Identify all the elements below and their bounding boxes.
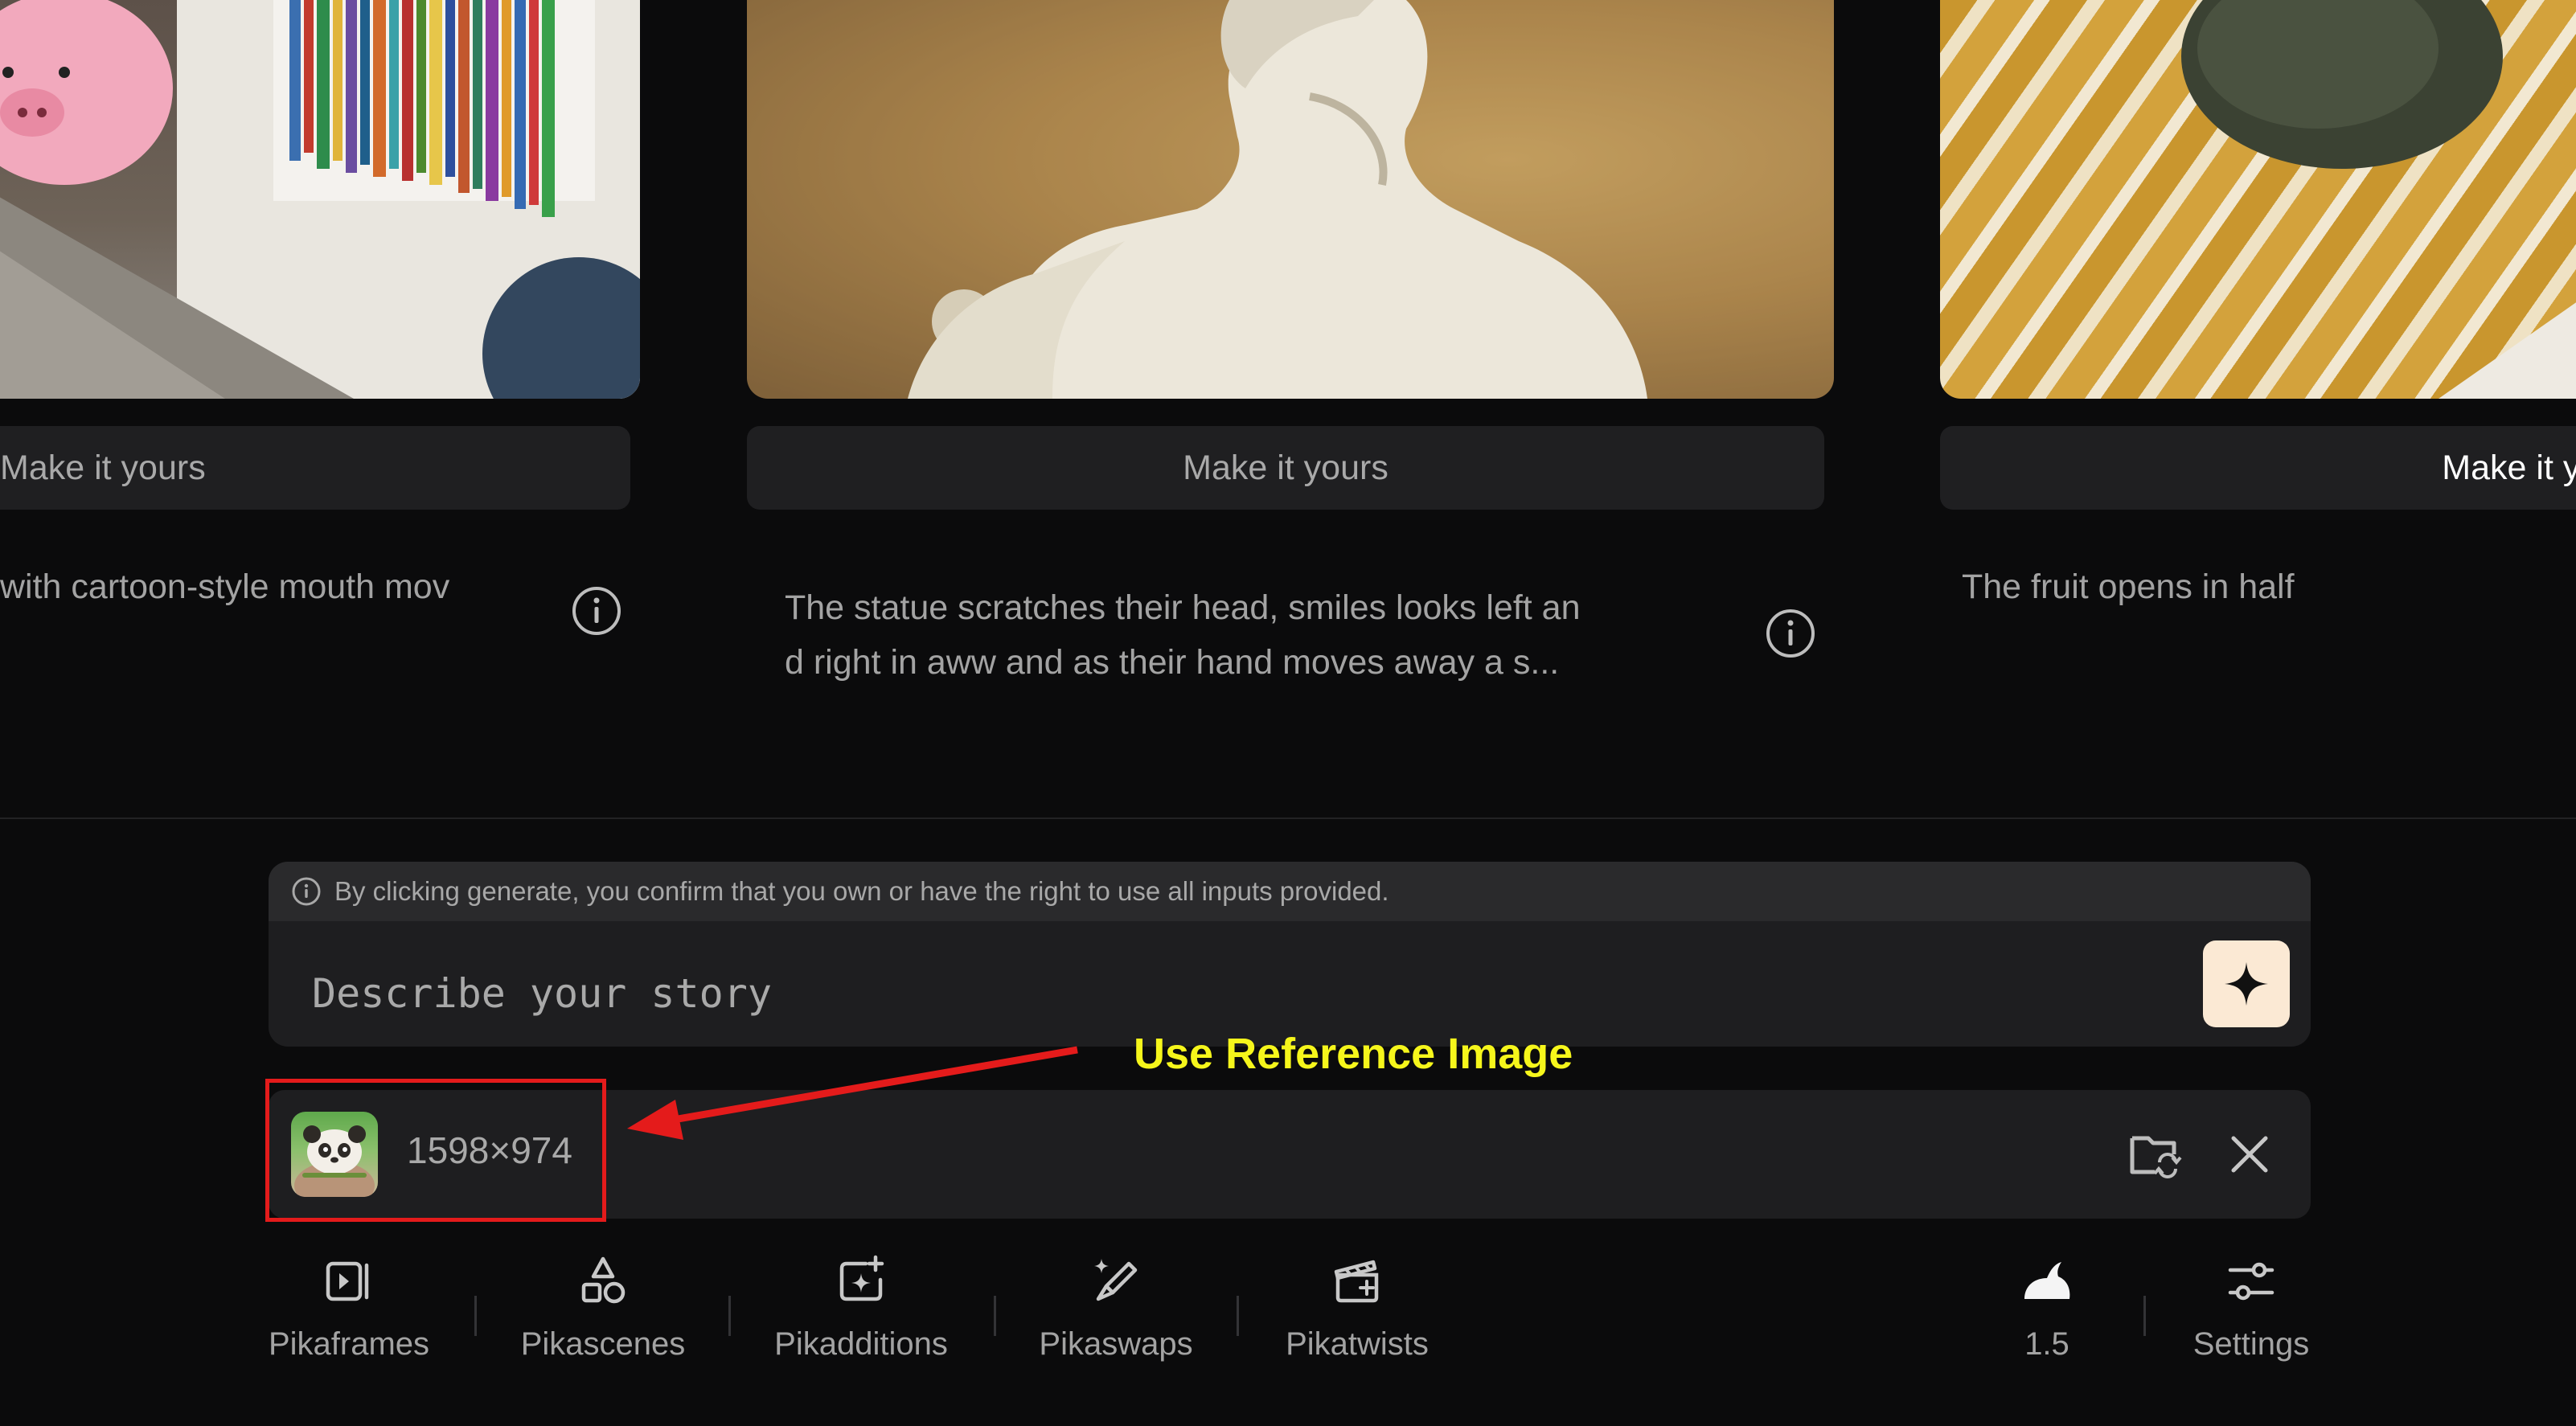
make-it-yours-label: Make it yours: [0, 448, 206, 487]
info-icon[interactable]: [1765, 608, 1816, 659]
replace-folder-icon[interactable]: [2127, 1127, 2182, 1182]
pig-scene-image: [0, 0, 640, 399]
app-root: Make it yours with cartoon-style mouth m…: [0, 0, 2576, 1426]
gallery-thumbnail-fruit[interactable]: [1940, 0, 2576, 399]
brush-sparkle-icon: [1094, 1259, 1138, 1301]
toolbar-separator: [728, 1296, 731, 1336]
card-description: with cartoon-style mouth mov: [0, 559, 515, 614]
shapes-icon: [581, 1256, 626, 1304]
make-it-yours-button[interactable]: Make it yours: [0, 426, 630, 510]
fruit-scene-image: [2181, 0, 2576, 399]
tool-pikascenes[interactable]: Pikascenes: [515, 1254, 691, 1399]
story-prompt-input[interactable]: [310, 957, 2163, 1031]
description-line: The fruit opens in half: [1962, 568, 2295, 606]
gallery-thumbnail-pig[interactable]: [0, 0, 640, 399]
tool-pikaframes[interactable]: Pikaframes: [269, 1254, 429, 1399]
disclaimer-text: By clicking generate, you confirm that y…: [334, 876, 1389, 906]
section-divider: [0, 817, 2576, 819]
clapperboard-icon: [1334, 1260, 1379, 1303]
description-line: The statue scratches their head, smiles …: [785, 588, 1581, 627]
make-it-yours-label: Make it yours: [1183, 448, 1388, 487]
model-version-label: 1.5: [2024, 1326, 2069, 1362]
annotation-highlight-box: [265, 1079, 606, 1222]
make-it-yours-label: Make it yours: [2442, 448, 2576, 487]
settings-label: Settings: [2192, 1326, 2310, 1362]
tool-label: Pikaframes: [268, 1326, 430, 1362]
tool-pikadditions[interactable]: Pikadditions: [770, 1254, 952, 1399]
tool-label: Pikatwists: [1286, 1326, 1429, 1362]
tool-label: Pikaswaps: [1039, 1326, 1193, 1362]
sliders-icon: [2228, 1262, 2275, 1301]
toolbar-separator: [994, 1296, 996, 1336]
toolbar-separator: [1237, 1296, 1239, 1336]
annotation-arrow: [627, 1046, 1078, 1140]
info-icon: [292, 877, 321, 906]
close-icon[interactable]: [2227, 1132, 2272, 1177]
add-sparkle-icon: [839, 1255, 884, 1301]
tool-pikatwists[interactable]: Pikatwists: [1277, 1254, 1438, 1399]
info-icon[interactable]: [571, 585, 622, 637]
toolbar-separator: [2143, 1296, 2146, 1336]
make-it-yours-button[interactable]: Make it yours: [1940, 426, 2576, 510]
tool-label: Pikadditions: [774, 1326, 948, 1362]
rabbit-icon: [2024, 1262, 2070, 1299]
generate-button[interactable]: [2203, 940, 2290, 1027]
card-description: The fruit opens in half: [1962, 559, 2573, 614]
annotation-label: Use Reference Image: [1134, 1030, 1573, 1078]
prompt-composer: By clicking generate, you confirm that y…: [269, 862, 2311, 1047]
make-it-yours-button[interactable]: Make it yours: [747, 426, 1824, 510]
statue-scene-image: [747, 0, 1834, 399]
tool-pikaswaps[interactable]: Pikaswaps: [1036, 1254, 1196, 1399]
disclaimer-bar: By clicking generate, you confirm that y…: [269, 862, 2311, 921]
model-version-selector[interactable]: 1.5: [2007, 1254, 2087, 1399]
gallery-thumbnail-statue[interactable]: [747, 0, 1834, 399]
tool-label: Pikascenes: [520, 1326, 686, 1362]
description-line: d right in aww and as their hand moves a…: [785, 643, 1560, 682]
toolbar-separator: [474, 1296, 477, 1336]
sparkle-icon: [2225, 962, 2268, 1006]
description-line: with cartoon-style mouth mov: [0, 568, 450, 606]
card-description: The statue scratches their head, smiles …: [785, 580, 1669, 690]
settings-button[interactable]: Settings: [2187, 1254, 2316, 1399]
frames-icon: [326, 1261, 369, 1301]
